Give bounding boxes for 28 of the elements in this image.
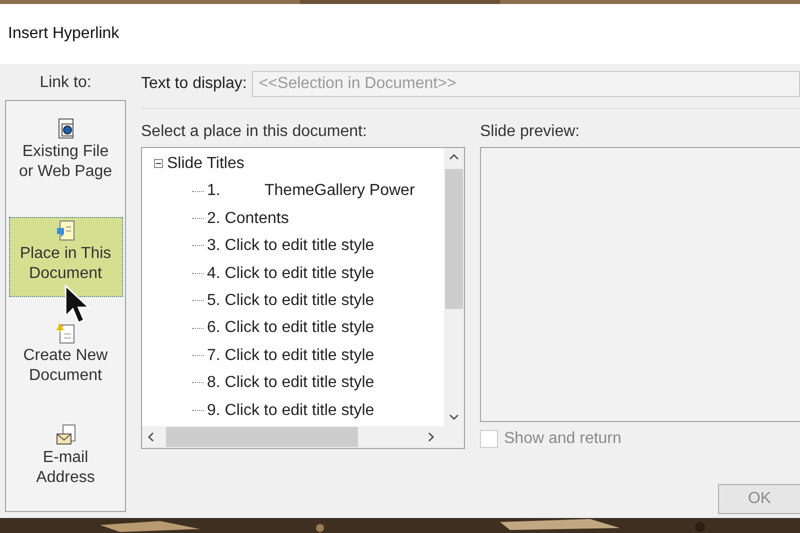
text-to-display-label: Text to display:: [141, 75, 247, 93]
link-type-button[interactable]: Existing File or Web Page: [8, 115, 122, 195]
tree-item[interactable]: 6. Click to edit title style: [207, 314, 374, 342]
scroll-thumb[interactable]: [166, 427, 358, 447]
tree-item[interactable]: 5. Click to edit title style: [207, 287, 374, 314]
link-to-label: Link to:: [40, 74, 92, 92]
document-icon: [54, 424, 76, 446]
collapse-icon[interactable]: [154, 159, 163, 168]
link-type-button[interactable]: Place in This Document: [8, 217, 122, 297]
vertical-scrollbar[interactable]: [444, 148, 464, 426]
tree-item[interactable]: 4. Click to edit title style: [207, 260, 374, 288]
document-icon: [54, 220, 76, 242]
checkbox-label: Show and return: [504, 430, 622, 448]
scroll-thumb[interactable]: [445, 169, 463, 309]
tree-item[interactable]: 3. Click to edit title style: [207, 232, 374, 260]
place-list-label: Select a place in this document:: [141, 123, 368, 141]
document-icon: [54, 322, 76, 344]
tree-item[interactable]: 7. Click to edit title style: [207, 342, 374, 370]
tree-item[interactable]: Slide Titles: [167, 150, 244, 178]
window-title: Insert Hyperlink: [8, 25, 120, 43]
tree-item[interactable]: 8. Click to edit title style: [207, 369, 374, 397]
link-type-button[interactable]: E-mail Address: [8, 421, 122, 501]
horizontal-scrollbar[interactable]: [142, 426, 464, 448]
link-type-button[interactable]: Create New Document: [8, 319, 122, 399]
tree-item[interactable]: 2. Contents: [207, 204, 289, 232]
slide-preview-label: Slide preview:: [480, 123, 581, 141]
tree-item[interactable]: 9. Click to edit title style: [207, 396, 374, 424]
tree-item[interactable]: 1. ThemeGallery Power: [207, 177, 415, 205]
